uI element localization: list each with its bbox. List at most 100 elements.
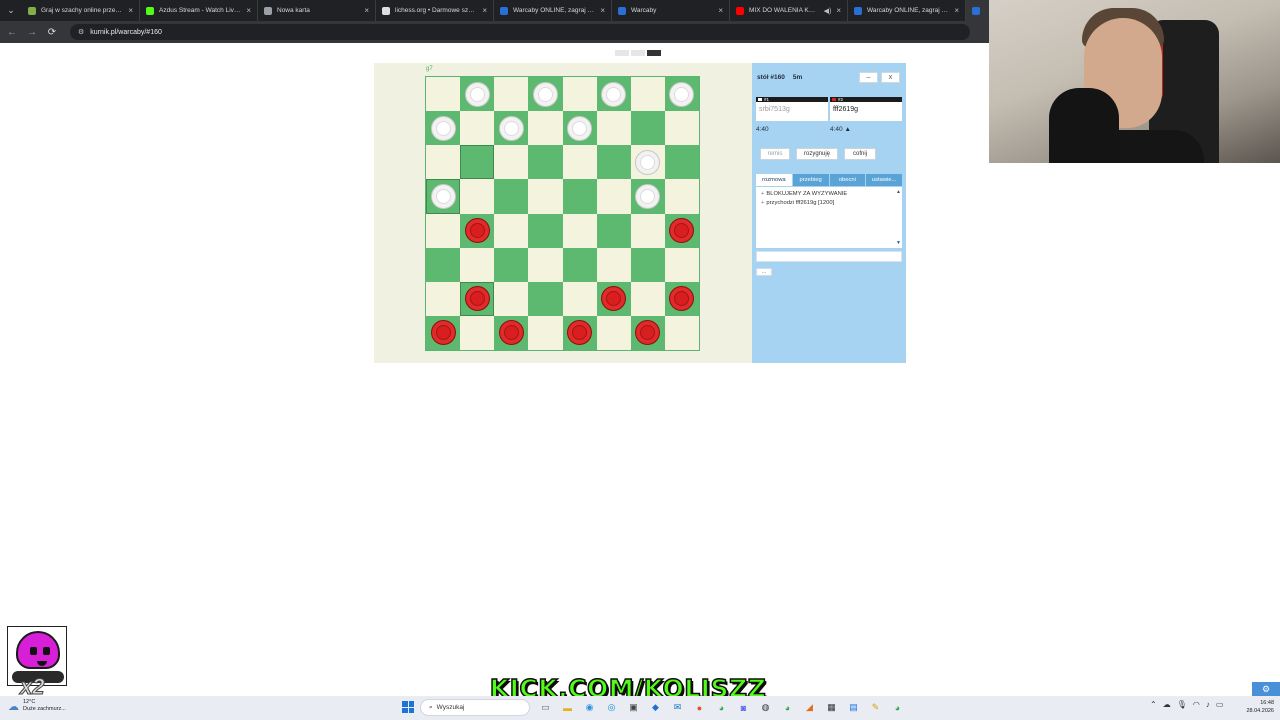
store-icon[interactable]: ▣ <box>626 700 641 715</box>
url-input[interactable]: ⚙ kurnik.pl/warcaby/#160 <box>70 24 970 40</box>
app-icon[interactable]: ◢ <box>802 700 817 715</box>
chrome-profile-icon[interactable]: ◕ <box>890 700 905 715</box>
board-square[interactable] <box>664 315 699 350</box>
browser-tab[interactable]: Nowa karta × <box>258 0 376 21</box>
notes-icon[interactable]: ✎ <box>868 700 883 715</box>
tab-search-icon[interactable]: ⌄ <box>0 0 22 21</box>
board-square[interactable] <box>460 179 495 214</box>
board-square[interactable] <box>494 281 529 316</box>
start-button[interactable] <box>402 701 414 713</box>
board-square[interactable] <box>562 179 597 214</box>
board-square[interactable] <box>460 247 495 282</box>
board-square[interactable] <box>494 145 529 180</box>
microphone-icon[interactable]: 🎙 <box>1177 700 1187 709</box>
forward-icon[interactable]: → <box>26 27 38 38</box>
red-piece[interactable] <box>669 218 695 244</box>
red-piece[interactable] <box>669 286 695 312</box>
board-square[interactable] <box>596 77 631 112</box>
obs-icon[interactable]: ◍ <box>758 700 773 715</box>
board-square[interactable] <box>596 111 631 146</box>
board-square[interactable] <box>664 179 699 214</box>
board-square[interactable] <box>596 281 631 316</box>
chrome-active-icon[interactable]: ◕ <box>780 700 795 715</box>
board-square[interactable] <box>494 247 529 282</box>
file-explorer-icon[interactable]: ▬ <box>560 700 575 715</box>
browser-tab[interactable]: lichess.org • Darmowe szachy × <box>376 0 494 21</box>
board-square[interactable] <box>630 281 665 316</box>
close-tab-icon[interactable]: × <box>718 6 723 15</box>
board-square[interactable] <box>596 179 631 214</box>
chevron-up-icon[interactable]: ⌃ <box>1150 700 1157 709</box>
board-square[interactable] <box>630 77 665 112</box>
board-square[interactable] <box>426 247 461 282</box>
board-square[interactable] <box>460 281 495 316</box>
board-square[interactable] <box>630 315 665 350</box>
white-piece[interactable] <box>464 81 490 107</box>
board-square[interactable] <box>494 77 529 112</box>
board-square[interactable] <box>528 179 563 214</box>
settings-gear-icon[interactable]: ⚙ <box>1252 682 1280 696</box>
close-tab-icon[interactable]: × <box>954 6 959 15</box>
board-square[interactable] <box>596 145 631 180</box>
board-square[interactable] <box>630 179 665 214</box>
board-square[interactable] <box>562 247 597 282</box>
board-square[interactable] <box>630 111 665 146</box>
more-button[interactable]: ... <box>756 268 772 276</box>
close-tab-icon[interactable]: × <box>600 6 605 15</box>
player-1-seat[interactable]: #1 srbi7513g <box>756 97 828 121</box>
board-square[interactable] <box>494 111 529 146</box>
scroll-down-icon[interactable]: ▼ <box>896 240 901 246</box>
board-square[interactable] <box>426 179 461 214</box>
checkers-board[interactable] <box>425 76 700 351</box>
white-piece[interactable] <box>601 81 627 107</box>
close-tab-icon[interactable]: × <box>246 6 251 15</box>
browser-tab[interactable]: Warcaby × <box>612 0 730 21</box>
chrome-icon[interactable]: ◕ <box>714 700 729 715</box>
close-tab-icon[interactable]: × <box>482 6 487 15</box>
board-square[interactable] <box>426 281 461 316</box>
weather-widget[interactable]: ☁ 12°C Duże zachmurz... <box>8 699 66 713</box>
wifi-icon[interactable]: ◠ <box>1193 700 1200 709</box>
board-square[interactable] <box>460 213 495 248</box>
panel-tab[interactable]: ustawie... <box>866 174 902 186</box>
close-tab-icon[interactable]: × <box>128 6 133 15</box>
firefox-icon[interactable]: ● <box>692 700 707 715</box>
board-square[interactable] <box>664 111 699 146</box>
battery-icon[interactable]: ▭ <box>1216 700 1224 709</box>
white-piece[interactable] <box>532 81 558 107</box>
edge-icon[interactable]: ◎ <box>604 700 619 715</box>
draw-button[interactable]: remis <box>760 148 790 160</box>
close-tab-icon[interactable]: × <box>364 6 369 15</box>
white-piece[interactable] <box>567 115 593 141</box>
panel-tab[interactable]: obecni <box>829 174 866 186</box>
close-button[interactable]: x <box>881 72 900 83</box>
board-square[interactable] <box>528 145 563 180</box>
white-piece[interactable] <box>430 183 456 209</box>
network-icon[interactable]: ☁ <box>1163 700 1171 709</box>
board-square[interactable] <box>664 213 699 248</box>
resign-button[interactable]: rozygnuję <box>796 148 838 160</box>
site-info-icon[interactable]: ⚙ <box>78 28 84 36</box>
white-piece[interactable] <box>498 115 524 141</box>
board-square[interactable] <box>426 315 461 350</box>
red-piece[interactable] <box>464 218 490 244</box>
document-icon[interactable]: ▤ <box>846 700 861 715</box>
scroll-up-icon[interactable]: ▲ <box>896 189 901 195</box>
board-square[interactable] <box>562 213 597 248</box>
board-square[interactable] <box>630 247 665 282</box>
chat-scrollbar[interactable]: ▲ ▼ <box>896 189 901 246</box>
board-square[interactable] <box>630 213 665 248</box>
red-piece[interactable] <box>430 320 456 346</box>
board-square[interactable] <box>562 145 597 180</box>
white-piece[interactable] <box>669 81 695 107</box>
board-square[interactable] <box>664 77 699 112</box>
reload-icon[interactable]: ⟳ <box>46 27 58 38</box>
speaker-icon[interactable]: ◀) <box>824 7 832 15</box>
browser-tab[interactable]: Warcaby ONLINE, zagraj - Kurn × <box>848 0 966 21</box>
board-square[interactable] <box>426 77 461 112</box>
board-square[interactable] <box>664 247 699 282</box>
browser-tab[interactable] <box>966 0 990 21</box>
board-square[interactable] <box>426 111 461 146</box>
red-piece[interactable] <box>601 286 627 312</box>
board-square[interactable] <box>426 145 461 180</box>
